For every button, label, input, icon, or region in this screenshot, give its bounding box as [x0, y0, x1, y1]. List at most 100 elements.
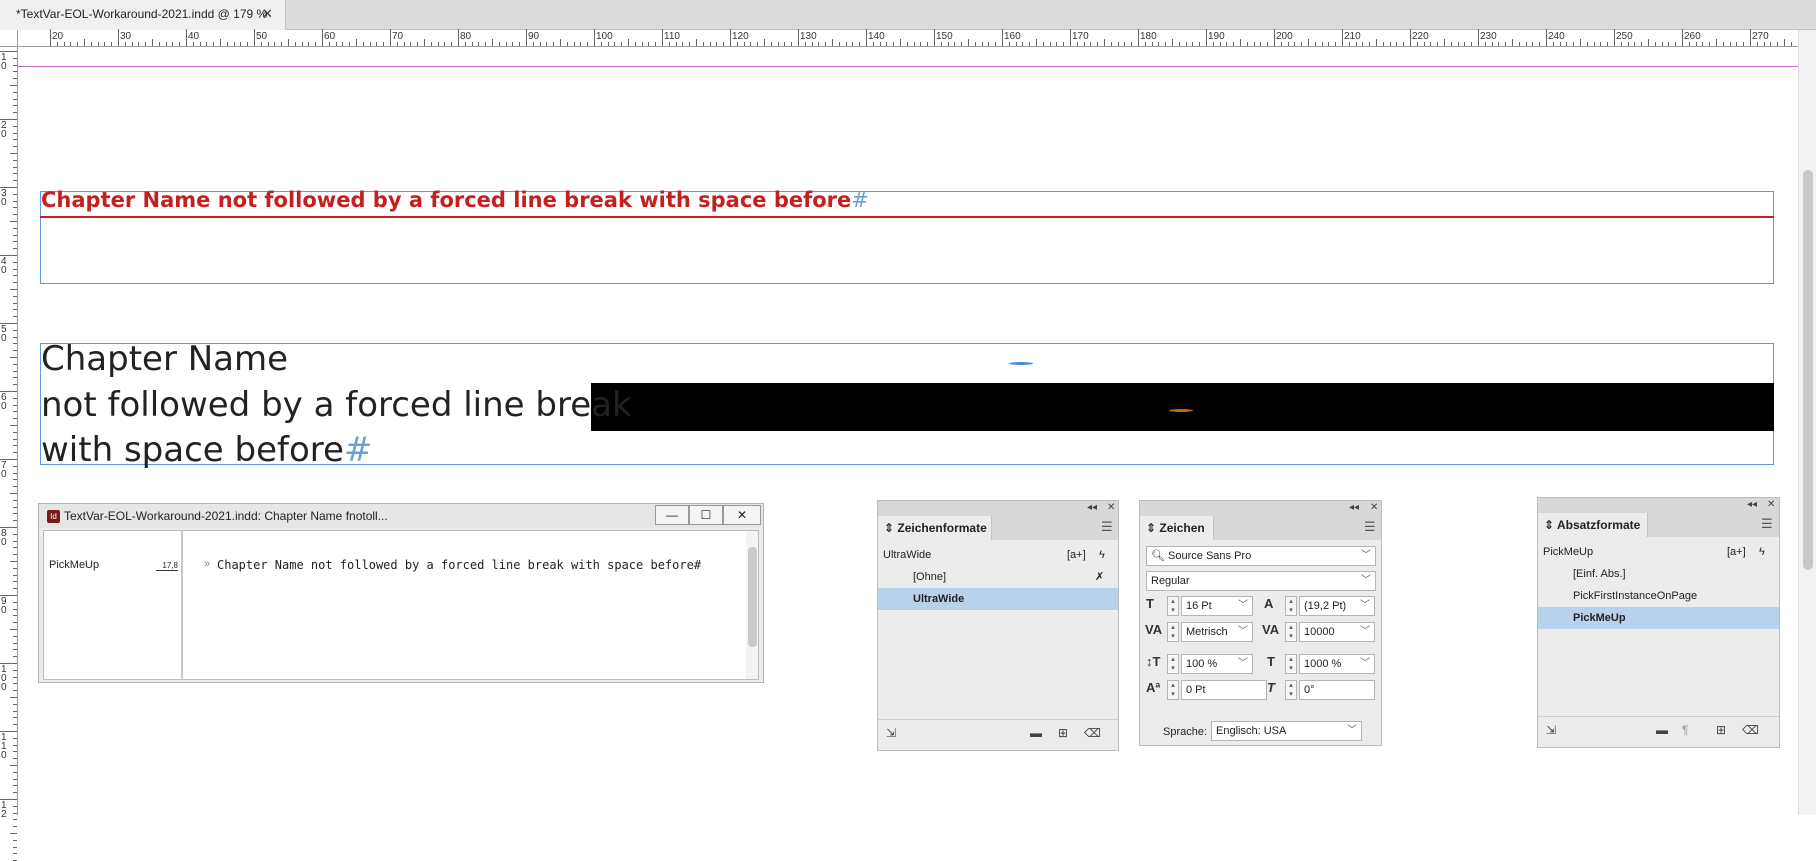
list-item[interactable]: PickFirstInstanceOnPage [1538, 585, 1779, 607]
story-text[interactable]: Chapter Name not followed by a forced li… [217, 558, 701, 572]
close-icon[interactable]: ✕ [1767, 498, 1775, 512]
skew-field[interactable]: 0° [1299, 680, 1375, 700]
font-style-select[interactable]: Regular ﹀ [1146, 571, 1376, 591]
ruler-origin[interactable] [0, 30, 18, 47]
ruler-tick [485, 42, 487, 46]
close-icon[interactable]: ✕ [1370, 501, 1378, 515]
ruler-tick [1002, 29, 1003, 46]
ruler-tick [1342, 29, 1343, 46]
folder-icon[interactable]: ▬ [1656, 723, 1668, 737]
ruler-tick [1702, 42, 1704, 46]
quick-apply-icon[interactable]: ϟ [1099, 544, 1105, 566]
ruler-tick [1709, 42, 1711, 46]
close-icon[interactable]: ✕ [262, 0, 273, 28]
tracking-field[interactable]: 10000 ﹀ [1299, 622, 1375, 642]
tab-absatzformate[interactable]: ⇕ Absatzformate [1538, 513, 1648, 537]
story-scrollbar[interactable] [746, 531, 758, 679]
ruler-tick [254, 29, 255, 46]
ruler-tick [13, 78, 17, 80]
font-family-select[interactable]: 🔍︎ Source Sans Pro ﹀ [1146, 546, 1376, 566]
ruler-tick [968, 39, 969, 46]
panel-menu-icon[interactable]: ☰ [1761, 517, 1773, 531]
ruler-tick [519, 42, 521, 46]
document-tab[interactable]: *TextVar-EOL-Workaround-2021.indd @ 179 … [0, 0, 286, 30]
ruler-tick [417, 42, 419, 46]
new-style-icon[interactable]: ⊞ [1716, 723, 1726, 737]
baseline-shift-stepper[interactable]: ▴ ▾ [1167, 680, 1179, 700]
ruler-label: 20 [1, 120, 7, 140]
horizontal-scale-stepper[interactable]: ▴ ▾ [1285, 654, 1297, 674]
ruler-label: 40 [1, 256, 7, 276]
maximize-button[interactable]: ☐ [689, 505, 723, 525]
clear-override-icon[interactable]: ✗ [1095, 566, 1104, 588]
ruler-tick [13, 241, 17, 243]
font-size-field[interactable]: 16 Pt ﹀ [1181, 596, 1253, 616]
clear-overrides-icon[interactable]: ¶ [1682, 723, 1688, 737]
ruler-tick [471, 42, 473, 46]
minimize-button[interactable]: — [655, 505, 689, 525]
panel-header[interactable]: ◂◂ ✕ [1140, 501, 1381, 516]
close-button[interactable]: ✕ [723, 505, 761, 525]
collapse-icon[interactable]: ◂◂ [1747, 498, 1757, 512]
ruler-tick [1668, 42, 1670, 46]
collapse-icon[interactable]: ◂◂ [1349, 501, 1359, 515]
ruler-tick [10, 493, 17, 494]
story-editor-titlebar[interactable]: Id TextVar-EOL-Workaround-2021.indd: Cha… [39, 504, 763, 528]
quick-apply-icon[interactable]: ϟ [1759, 541, 1765, 563]
ruler-label: 180 [1140, 31, 1157, 42]
ruler-tick [13, 853, 17, 855]
collapse-icon[interactable]: ◂◂ [1087, 501, 1097, 515]
scroll-thumb[interactable] [748, 547, 757, 647]
list-item[interactable]: UltraWide [878, 588, 1118, 610]
horizontal-scale-field[interactable]: 1000 % ﹀ [1299, 654, 1375, 674]
leading-field[interactable]: (19,2 Pt) ﹀ [1299, 596, 1375, 616]
panel-header[interactable]: ◂◂ ✕ [878, 501, 1118, 516]
ruler-tick [13, 234, 17, 236]
panel-menu-icon[interactable]: ☰ [1364, 520, 1376, 534]
baseline-shift-field[interactable]: 0 Pt [1181, 680, 1267, 700]
leading-icon: A [1264, 596, 1274, 611]
list-item[interactable]: PickMeUp [1538, 607, 1779, 629]
load-styles-icon[interactable]: ⇲ [1546, 723, 1556, 737]
horizontal-ruler[interactable]: 20 30 40 50 60 70 80 90 100 110 120 130 140 150 160 170… [18, 29, 1813, 47]
ruler-tick [1260, 42, 1262, 46]
kerning-stepper[interactable]: ▴ ▾ [1167, 622, 1179, 642]
ruler-label: 30 [120, 31, 132, 42]
tracking-stepper[interactable]: ▴ ▾ [1285, 622, 1297, 642]
scroll-thumb[interactable] [1803, 170, 1813, 570]
ruler-tick [1580, 39, 1581, 46]
tab-zeichenformate[interactable]: ⇕ Zeichenformate [878, 516, 992, 540]
leading-stepper[interactable]: ▴ ▾ [1285, 596, 1297, 616]
panel-header[interactable]: ◂◂ ✕ [1538, 498, 1779, 513]
list-item[interactable]: [Einf. Abs.] [1538, 563, 1779, 585]
language-label: Sprache: [1163, 726, 1208, 738]
new-style-icon[interactable]: ⊞ [1058, 726, 1068, 740]
ruler-tick [1172, 39, 1173, 46]
panel-menu-icon[interactable]: ☰ [1101, 520, 1113, 534]
tab-zeichen[interactable]: ⇕ Zeichen [1140, 516, 1214, 540]
current-style-row: UltraWide [a+] ϟ [878, 544, 1118, 566]
folder-icon[interactable]: ▬ [1030, 726, 1042, 740]
close-icon[interactable]: ✕ [1107, 501, 1115, 515]
trash-icon[interactable]: ⌫ [1084, 726, 1101, 740]
new-style-button[interactable]: [a+] [1067, 544, 1086, 566]
vertical-scale-field[interactable]: 100 % ﹀ [1181, 654, 1253, 674]
ruler-tick [1457, 42, 1459, 46]
vertical-scale-stepper[interactable]: ▴ ▾ [1167, 654, 1179, 674]
ruler-tick [920, 42, 922, 46]
kerning-field[interactable]: Metrisch ﹀ [1181, 622, 1253, 642]
vertical-ruler[interactable]: 10 20 30 40 50 60 70 80 90 100 110 12 [0, 47, 18, 861]
canvas-scrollbar[interactable] [1798, 30, 1816, 815]
ruler-tick [1416, 42, 1418, 46]
ruler-tick [1308, 39, 1309, 46]
story-editor-body[interactable]: PickMeUp 17,8 » Chapter Name not followe… [43, 530, 759, 680]
load-styles-icon[interactable]: ⇲ [886, 726, 896, 740]
ruler-tick [13, 336, 17, 338]
skew-stepper[interactable]: ▴ ▾ [1285, 680, 1297, 700]
trash-icon[interactable]: ⌫ [1742, 723, 1759, 737]
new-style-button[interactable]: [a+] [1727, 541, 1746, 563]
font-size-stepper[interactable]: ▴ ▾ [1167, 596, 1179, 616]
ruler-tick [1410, 29, 1411, 46]
list-item[interactable]: [Ohne] ✗ [878, 566, 1118, 588]
language-select[interactable]: Englisch: USA ﹀ [1211, 721, 1362, 741]
